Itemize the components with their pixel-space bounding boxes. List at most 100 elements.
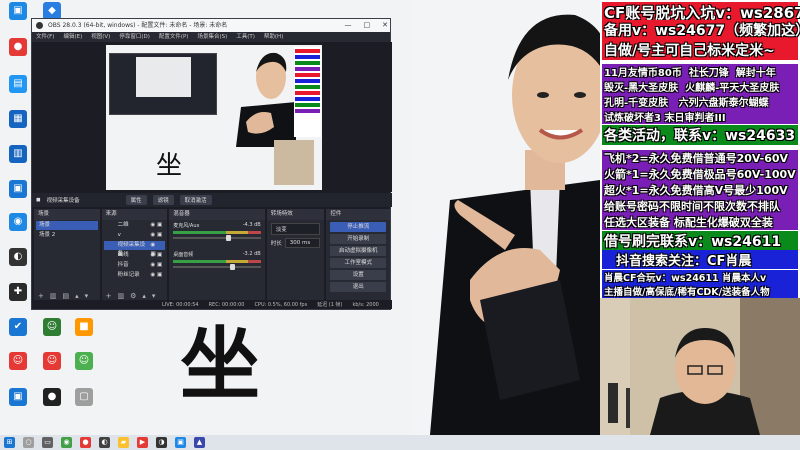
promo-line: 任选大区装备 标配生化爆破双全装 xyxy=(602,214,798,230)
start-recording-button[interactable]: 开始录制 xyxy=(330,234,387,244)
source-item[interactable]: 二维 ◉ ▣ xyxy=(104,221,166,230)
track-name: 麦克风/Aux xyxy=(173,223,200,229)
close-button[interactable]: ✕ xyxy=(382,19,388,32)
cpu-fps: CPU: 0.5%, 60.00 fps xyxy=(254,301,308,308)
filters-button[interactable]: 滤镜 xyxy=(152,195,174,205)
properties-button[interactable]: 属性 xyxy=(125,195,147,205)
search-icon[interactable]: ○ xyxy=(23,437,34,448)
duration-input[interactable]: 300 ms xyxy=(284,238,321,248)
source-item[interactable]: 抖音 ◉ ▣ xyxy=(104,261,166,270)
mixer-dock: 混音器 麦克风/Aux -4.3 dB 桌面音频 -3.2 dB xyxy=(169,209,265,301)
settings-icon[interactable]: ▤ xyxy=(63,292,70,300)
desktop-icon[interactable]: ▢ xyxy=(68,388,100,424)
source-item[interactable]: 画线 ◉ ▣ xyxy=(104,251,166,260)
frame-delay: 延迟 (1 帧) xyxy=(317,302,343,308)
obs-icon[interactable]: ◐ xyxy=(99,437,110,448)
maximize-button[interactable]: □ xyxy=(364,19,371,32)
volume-meter xyxy=(173,260,261,263)
app-icon: ☺ xyxy=(9,352,27,370)
media-icon[interactable]: ▶ xyxy=(137,437,148,448)
settings-button[interactable]: 设置 xyxy=(330,270,387,280)
deactivate-button[interactable]: 取消激活 xyxy=(179,195,212,205)
desktop-icon[interactable]: ■ xyxy=(68,318,100,354)
menu-docks[interactable]: 停靠窗口(D) xyxy=(119,32,150,42)
live-timer: LIVE: 00:00:54 xyxy=(162,301,199,308)
desktop-icon[interactable]: ▥ xyxy=(2,145,34,181)
obs-status-bar: LIVE: 00:00:54 REC: 00:00:00 CPU: 0.5%, … xyxy=(32,300,392,309)
scene-item[interactable]: 场景 2 xyxy=(36,231,98,240)
mixer-dock-title: 混音器 xyxy=(169,209,265,220)
exit-button[interactable]: 退出 xyxy=(330,282,387,292)
menu-file[interactable]: 文件(F) xyxy=(36,32,54,42)
promo-line: 孔明-千变皮肤 六列六盘斯泰尔蝴蝶 xyxy=(602,94,798,109)
chrome-icon[interactable]: ◉ xyxy=(61,437,72,448)
task-view-icon[interactable]: ▭ xyxy=(42,437,53,448)
add-icon[interactable]: + xyxy=(106,292,112,300)
stats-icon[interactable]: ▲ xyxy=(194,437,205,448)
menu-edit[interactable]: 编辑(E) xyxy=(63,32,82,42)
add-icon[interactable]: + xyxy=(38,292,44,300)
desktop-icon[interactable]: ◐ xyxy=(2,248,34,284)
start-virtual-camera-button[interactable]: 启动虚拟摄像机 xyxy=(330,246,387,256)
menu-view[interactable]: 视图(V) xyxy=(91,32,110,42)
volume-slider[interactable] xyxy=(173,235,261,241)
file-manager-icon[interactable]: ▣ xyxy=(175,437,186,448)
chevron-up-icon[interactable]: ▴ xyxy=(142,292,146,300)
transitions-dock: 转场特效 淡变 时长 300 ms xyxy=(266,209,325,301)
menu-profile[interactable]: 配置文件(P) xyxy=(159,32,189,42)
menu-tools[interactable]: 工具(T) xyxy=(236,32,255,42)
minimize-button[interactable]: — xyxy=(345,19,352,32)
promo-line: 主播自做/高保底/稀有CDK/送装备人物 xyxy=(602,284,798,298)
volume-knob[interactable] xyxy=(225,235,231,241)
scene-item[interactable]: 场景 xyxy=(36,221,98,230)
obs-menubar: 文件(F) 编辑(E) 视图(V) 停靠窗口(D) 配置文件(P) 场景集合(S… xyxy=(32,32,390,42)
desktop-icon[interactable]: ▣ xyxy=(2,180,34,216)
app-icon: ● xyxy=(43,388,61,406)
desktop-icon[interactable]: ☺ xyxy=(36,318,68,354)
source-item[interactable]: v ◉ ▣ xyxy=(104,231,166,240)
app-icon: ■ xyxy=(75,318,93,336)
desktop-icon[interactable]: ▦ xyxy=(2,110,34,146)
app-icon: ☺ xyxy=(43,318,61,336)
stop-streaming-button[interactable]: 停止推流 xyxy=(330,222,387,232)
promo-line: 飞机*2=永久免费借普通号20V-60V xyxy=(602,150,798,166)
obs-alt-icon[interactable]: ◑ xyxy=(156,437,167,448)
desktop-icon[interactable]: ▤ xyxy=(2,75,34,111)
netease-icon[interactable]: ● xyxy=(80,437,91,448)
promo-line: 11月友情币80币 社长刀锋 解封十年 xyxy=(602,64,798,79)
desktop-icon[interactable]: ✔ xyxy=(2,318,34,354)
source-item[interactable]: 粉丝记录 ◉ ▣ xyxy=(104,271,166,280)
track-db: -4.3 dB xyxy=(242,222,261,228)
app-icon: ▣ xyxy=(9,180,27,198)
preview-big-char: 坐 xyxy=(156,151,183,181)
volume-slider[interactable] xyxy=(173,264,261,270)
selected-source-label: 视频采集设备 xyxy=(46,198,80,204)
webcam-feed xyxy=(600,298,800,435)
desktop-icon[interactable]: ▣ xyxy=(2,2,34,38)
app-icon: ☺ xyxy=(75,352,93,370)
trash-icon[interactable]: ▥ xyxy=(50,292,57,300)
menu-scene-collection[interactable]: 场景集合(S) xyxy=(197,32,227,42)
desktop-icon[interactable]: ◉ xyxy=(2,213,34,249)
folder-icon[interactable]: ▰ xyxy=(118,437,129,448)
desktop-icon[interactable]: ☺ xyxy=(68,352,100,388)
desktop-icon[interactable]: ☺ xyxy=(2,352,34,388)
trash-icon[interactable]: ▥ xyxy=(118,292,125,300)
windows-start-icon[interactable]: ⊞ xyxy=(4,437,15,448)
preview-canvas[interactable]: 坐 xyxy=(106,45,322,190)
desktop-icon[interactable]: ● xyxy=(2,38,34,74)
settings-icon[interactable]: ⚙ xyxy=(130,292,136,300)
chevron-down-icon[interactable]: ▾ xyxy=(152,292,156,300)
menu-help[interactable]: 帮助(H) xyxy=(264,32,283,42)
transition-select[interactable]: 淡变 xyxy=(270,223,321,235)
volume-knob[interactable] xyxy=(230,264,236,270)
studio-mode-button[interactable]: 工作室模式 xyxy=(330,258,387,268)
chevron-up-icon[interactable]: ▴ xyxy=(75,292,79,300)
desktop-icon[interactable]: ✚ xyxy=(2,283,34,319)
desktop-icon[interactable]: ▣ xyxy=(2,388,34,424)
desktop-icon[interactable]: ● xyxy=(36,388,68,424)
source-item[interactable]: 视频采集设备 ◉ ▣ xyxy=(103,241,166,257)
desktop-icon[interactable]: ☺ xyxy=(36,352,68,388)
chevron-down-icon[interactable]: ▾ xyxy=(85,292,89,300)
source-toolbar: ◼ 视频采集设备 属性 滤镜 取消激活 xyxy=(32,193,392,207)
